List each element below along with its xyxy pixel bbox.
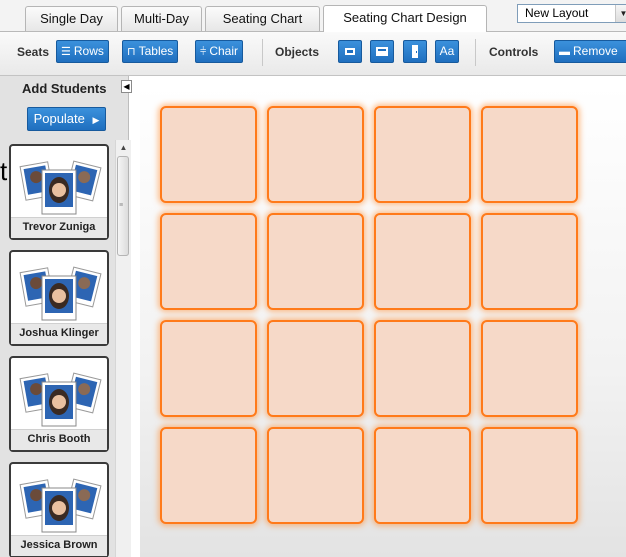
seat-cell[interactable]	[267, 106, 364, 203]
student-photo-icon	[19, 160, 102, 215]
seat-cell[interactable]	[160, 427, 257, 524]
seat-cell[interactable]	[374, 106, 471, 203]
table-icon: ⊓	[127, 46, 136, 58]
seat-cell[interactable]	[481, 320, 578, 417]
seat-cell[interactable]	[481, 106, 578, 203]
tab-seating-chart-design[interactable]: Seating Chart Design	[323, 5, 487, 32]
tab-seating-chart[interactable]: Seating Chart	[205, 6, 320, 31]
rows-button-label: Rows	[73, 44, 104, 58]
seats-label: Seats	[17, 45, 50, 59]
student-name: Chris Booth	[11, 429, 107, 450]
text-object-label: Aa	[439, 44, 455, 58]
student-card[interactable]: Chris Booth	[9, 356, 109, 452]
student-name: Jessica Brown	[11, 535, 107, 556]
student-photo-icon	[19, 266, 102, 321]
seat-cell[interactable]	[267, 213, 364, 310]
populate-button[interactable]: Populate ▶	[27, 107, 106, 131]
seat-cell[interactable]	[267, 320, 364, 417]
student-list[interactable]: Trevor Zuniga Joshua Klinger Chris Booth…	[0, 138, 128, 557]
seat-cell[interactable]	[160, 106, 257, 203]
chevron-right-icon: ▶	[92, 115, 100, 125]
tab-multi-day[interactable]: Multi-Day	[121, 6, 202, 31]
seat-cell[interactable]	[374, 427, 471, 524]
door-icon	[412, 45, 418, 58]
objects-label: Objects	[275, 45, 320, 59]
student-list-scrollbar[interactable]: ▲ ≡	[115, 140, 131, 557]
layout-select[interactable]: New Layout ▼	[517, 4, 626, 23]
student-card[interactable]: Joshua Klinger	[9, 250, 109, 346]
rows-icon: ☰	[61, 46, 71, 58]
tab-bar: Single Day Multi-Day Seating Chart Seati…	[0, 0, 626, 32]
seat-cell[interactable]	[267, 427, 364, 524]
seat-cell[interactable]	[481, 213, 578, 310]
teacher-desk-icon	[376, 47, 388, 56]
seat-cell[interactable]	[160, 320, 257, 417]
chair-button[interactable]: ⫩ Chair	[195, 40, 244, 63]
toolbar-divider	[475, 39, 476, 66]
door-object-button[interactable]	[403, 40, 427, 63]
student-card[interactable]: Trevor Zuniga	[9, 144, 109, 240]
remove-button[interactable]: ▬ Remove	[554, 40, 626, 63]
whiteboard-object-button[interactable]	[338, 40, 362, 63]
remove-button-label: Remove	[573, 44, 618, 58]
rows-button[interactable]: ☰ Rows	[56, 40, 109, 63]
seat-cell[interactable]	[374, 320, 471, 417]
collapse-panel-icon[interactable]: ◀	[121, 80, 132, 93]
grip-icon: ≡	[119, 202, 124, 209]
student-name: Joshua Klinger	[11, 323, 107, 344]
scroll-up-icon[interactable]: ▲	[116, 140, 131, 155]
add-students-title: Add Students	[22, 81, 107, 96]
seat-cell[interactable]	[374, 213, 471, 310]
teacher-desk-object-button[interactable]	[370, 40, 394, 63]
seating-canvas[interactable]	[140, 86, 626, 557]
text-object-button[interactable]: Aa	[435, 40, 459, 63]
student-photo-icon	[19, 478, 102, 533]
tab-single-day[interactable]: Single Day	[25, 6, 118, 31]
student-name: Trevor Zuniga	[11, 217, 107, 238]
stray-text: t	[0, 156, 8, 186]
tables-button[interactable]: ⊓ Tables	[122, 40, 179, 63]
minus-icon: ▬	[559, 46, 570, 58]
chair-button-label: Chair	[209, 44, 239, 58]
seat-cell[interactable]	[160, 213, 257, 310]
seat-cell[interactable]	[481, 427, 578, 524]
whiteboard-icon	[345, 48, 355, 55]
chevron-down-icon[interactable]: ▼	[615, 5, 626, 22]
design-toolbar: Seats ☰ Rows ⊓ Tables ⫩ Chair Objects Aa Co…	[0, 32, 626, 76]
chair-icon: ⫩	[200, 46, 207, 58]
tables-button-label: Tables	[138, 44, 174, 58]
populate-button-label: Populate	[33, 111, 85, 126]
student-card[interactable]: Jessica Brown	[9, 462, 109, 557]
toolbar-divider	[262, 39, 263, 66]
controls-label: Controls	[489, 45, 539, 59]
student-photo-icon	[19, 372, 102, 427]
layout-select-value: New Layout	[525, 6, 589, 20]
